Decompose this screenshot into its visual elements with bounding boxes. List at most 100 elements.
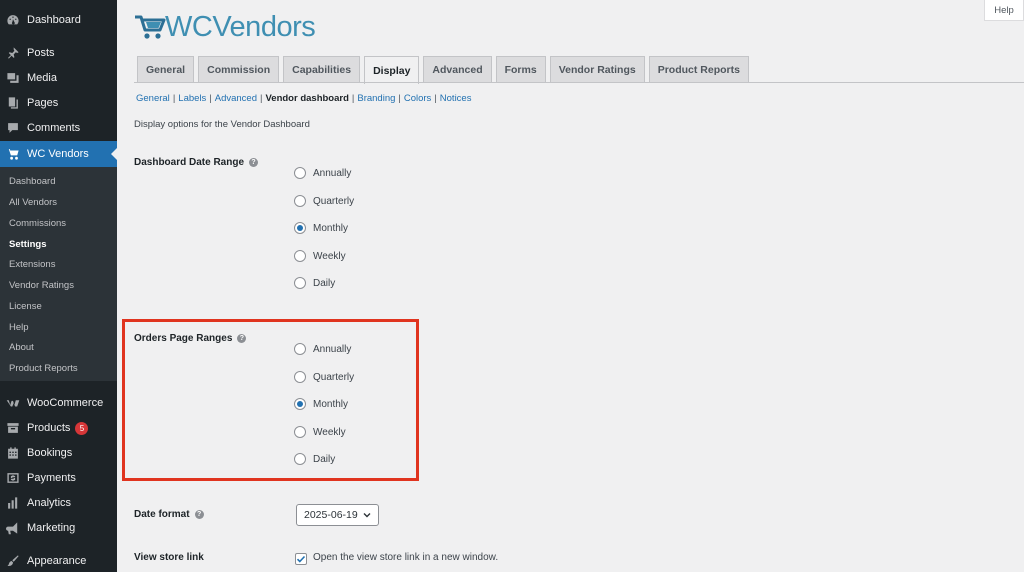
menu-label: Pages xyxy=(27,97,59,109)
section-link-branding[interactable]: Branding xyxy=(357,93,395,104)
view-store-link-checkbox[interactable] xyxy=(295,553,307,565)
menu-item-appearance[interactable]: Appearance xyxy=(0,550,117,572)
section-link-notices[interactable]: Notices xyxy=(440,93,472,104)
orders-range-weekly[interactable]: Weekly xyxy=(294,426,346,438)
section-link-vendor-dashboard[interactable]: Vendor dashboard xyxy=(265,93,348,104)
wc-vendors-submenu: Dashboard All Vendors Commissions Settin… xyxy=(0,167,117,381)
checkmark-icon xyxy=(296,555,306,563)
tab-divider xyxy=(134,82,1024,83)
tab-commission[interactable]: Commission xyxy=(198,56,280,83)
menu-item-posts[interactable]: Posts xyxy=(0,42,117,64)
logo-wordmark: WCVendors xyxy=(165,10,316,43)
radio-button[interactable] xyxy=(294,277,306,289)
view-store-link-checkbox-label: Open the view store link in a new window… xyxy=(313,552,499,563)
woo-icon xyxy=(6,396,20,410)
section-links: General | Labels | Advanced | Vendor dashbo… xyxy=(136,93,472,104)
tab-display[interactable]: Display xyxy=(364,56,420,84)
menu-label: Appearance xyxy=(27,555,87,567)
cart-icon xyxy=(6,147,20,161)
menu-item-analytics[interactable]: Analytics xyxy=(0,492,117,514)
menu-item-comments[interactable]: Comments xyxy=(0,117,117,139)
menu-item-woocommerce[interactable]: WooCommerce xyxy=(0,392,117,414)
radio-button[interactable] xyxy=(294,371,306,383)
submenu-item-dashboard[interactable]: Dashboard xyxy=(9,176,55,187)
help-tab-button[interactable]: Help xyxy=(984,0,1024,21)
section-link-colors[interactable]: Colors xyxy=(404,93,431,104)
megaphone-icon xyxy=(6,521,20,535)
dashboard-range-weekly[interactable]: Weekly xyxy=(294,250,346,262)
dashboard-range-daily[interactable]: Daily xyxy=(294,277,335,289)
menu-label: Products xyxy=(27,422,71,434)
menu-label: Bookings xyxy=(27,447,73,459)
section-link-labels[interactable]: Labels xyxy=(178,93,206,104)
payments-icon xyxy=(6,471,20,485)
radio-button[interactable] xyxy=(294,195,306,207)
menu-item-products[interactable]: Products 5 xyxy=(0,417,117,439)
logo-cart-icon xyxy=(135,15,166,39)
tab-general[interactable]: General xyxy=(137,56,195,83)
submenu-item-commissions[interactable]: Commissions xyxy=(9,218,66,229)
archive-icon xyxy=(6,421,20,435)
menu-item-payments[interactable]: Payments xyxy=(0,467,117,489)
comment-icon xyxy=(6,121,20,135)
view-store-link-label: View store link xyxy=(134,552,204,563)
orders-range-monthly[interactable]: Monthly xyxy=(294,398,348,410)
section-link-general[interactable]: General xyxy=(136,93,170,104)
help-tooltip-icon[interactable]: ? xyxy=(237,334,247,343)
submenu-item-extensions[interactable]: Extensions xyxy=(9,259,55,270)
section-link-advanced[interactable]: Advanced xyxy=(215,93,257,104)
dashboard-range-quarterly[interactable]: Quarterly xyxy=(294,195,354,207)
menu-item-bookings[interactable]: Bookings xyxy=(0,442,117,464)
menu-item-wc-vendors[interactable]: WC Vendors xyxy=(0,141,117,167)
date-format-label: Date format ? xyxy=(134,509,204,520)
pages-icon xyxy=(6,96,20,110)
radio-button-selected[interactable] xyxy=(294,222,306,234)
submenu-item-settings[interactable]: Settings xyxy=(9,239,46,250)
tab-advanced[interactable]: Advanced xyxy=(423,56,492,83)
help-tooltip-icon[interactable]: ? xyxy=(249,158,259,167)
orders-range-annually[interactable]: Annually xyxy=(294,343,351,355)
media-icon xyxy=(6,71,20,85)
menu-item-marketing[interactable]: Marketing xyxy=(0,517,117,539)
menu-label: Comments xyxy=(27,122,81,134)
radio-button[interactable] xyxy=(294,453,306,465)
menu-label: Media xyxy=(27,72,57,84)
radio-button[interactable] xyxy=(294,167,306,179)
submenu-item-help[interactable]: Help xyxy=(9,322,29,333)
help-tooltip-icon[interactable]: ? xyxy=(194,510,204,519)
brush-icon xyxy=(6,554,20,568)
menu-label: Dashboard xyxy=(27,14,81,26)
submenu-item-license[interactable]: License xyxy=(9,301,42,312)
radio-button[interactable] xyxy=(294,250,306,262)
dashboard-range-annually[interactable]: Annually xyxy=(294,167,351,179)
menu-label: WC Vendors xyxy=(27,148,89,160)
menu-label: Marketing xyxy=(27,522,76,534)
radio-button[interactable] xyxy=(294,343,306,355)
tab-capabilities[interactable]: Capabilities xyxy=(283,56,361,83)
tab-product-reports[interactable]: Product Reports xyxy=(648,56,749,83)
radio-button-selected[interactable] xyxy=(294,398,306,410)
dashboard-range-monthly[interactable]: Monthly xyxy=(294,222,348,234)
tab-forms[interactable]: Forms xyxy=(495,56,546,83)
orders-range-daily[interactable]: Daily xyxy=(294,453,335,465)
submenu-item-product-reports[interactable]: Product Reports xyxy=(9,363,78,374)
tab-vendor-ratings[interactable]: Vendor Ratings xyxy=(549,56,645,83)
menu-label: Analytics xyxy=(27,497,72,509)
submenu-item-about[interactable]: About xyxy=(9,342,34,353)
settings-main: Help WCVendors General Commission Capabi… xyxy=(117,0,1024,572)
dashboard-icon xyxy=(6,13,20,27)
wc-vendors-logo: WCVendors xyxy=(134,10,316,43)
submenu-item-vendor-ratings[interactable]: Vendor Ratings xyxy=(9,280,74,291)
submenu-item-all-vendors[interactable]: All Vendors xyxy=(9,197,57,208)
menu-item-pages[interactable]: Pages xyxy=(0,92,117,114)
orders-page-ranges-label: Orders Page Ranges ? xyxy=(134,333,247,344)
section-description: Display options for the Vendor Dashboard xyxy=(134,119,310,130)
menu-item-dashboard[interactable]: Dashboard xyxy=(0,9,117,31)
menu-item-media[interactable]: Media xyxy=(0,67,117,89)
pin-icon xyxy=(6,46,20,60)
settings-tabs: General Commission Capabilities Display … xyxy=(137,56,753,84)
radio-button[interactable] xyxy=(294,426,306,438)
date-format-select[interactable]: 2025-06-19 xyxy=(296,504,379,526)
chevron-down-icon xyxy=(363,513,371,518)
orders-range-quarterly[interactable]: Quarterly xyxy=(294,371,354,383)
